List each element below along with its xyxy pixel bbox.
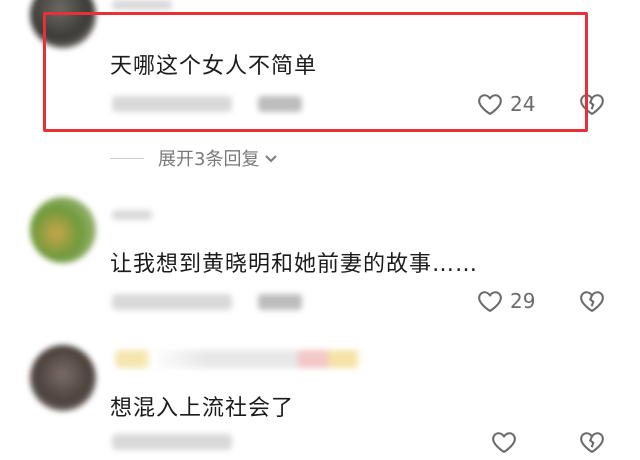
username-blurred[interactable] [112,0,172,10]
expand-replies-label: 展开3条回复 [158,149,260,170]
broken-heart-icon [580,291,604,313]
avatar[interactable] [30,345,96,411]
avatar[interactable] [30,197,96,263]
highlight-box [43,12,588,132]
divider [110,157,144,159]
comment-meta-blurred [112,294,232,310]
like-button[interactable] [490,428,524,456]
like-button[interactable]: 29 [476,287,535,315]
chevron-down-icon [265,155,278,163]
username-blurred[interactable] [115,350,415,368]
broken-heart-icon [580,432,604,454]
heart-outline-icon [478,291,502,313]
dislike-button[interactable] [578,428,606,460]
comment-text: 想混入上流社会了 [110,396,295,421]
username-blurred[interactable] [112,210,152,220]
like-count: 29 [510,289,536,313]
reply-button-blurred[interactable] [258,294,302,310]
comment-meta-blurred [112,434,232,450]
comment-text: 让我想到黄晓明和她前妻的故事…… [110,252,479,277]
dislike-button[interactable] [578,287,606,319]
heart-outline-icon [492,432,516,454]
expand-replies-button[interactable]: 展开3条回复 [110,145,279,171]
